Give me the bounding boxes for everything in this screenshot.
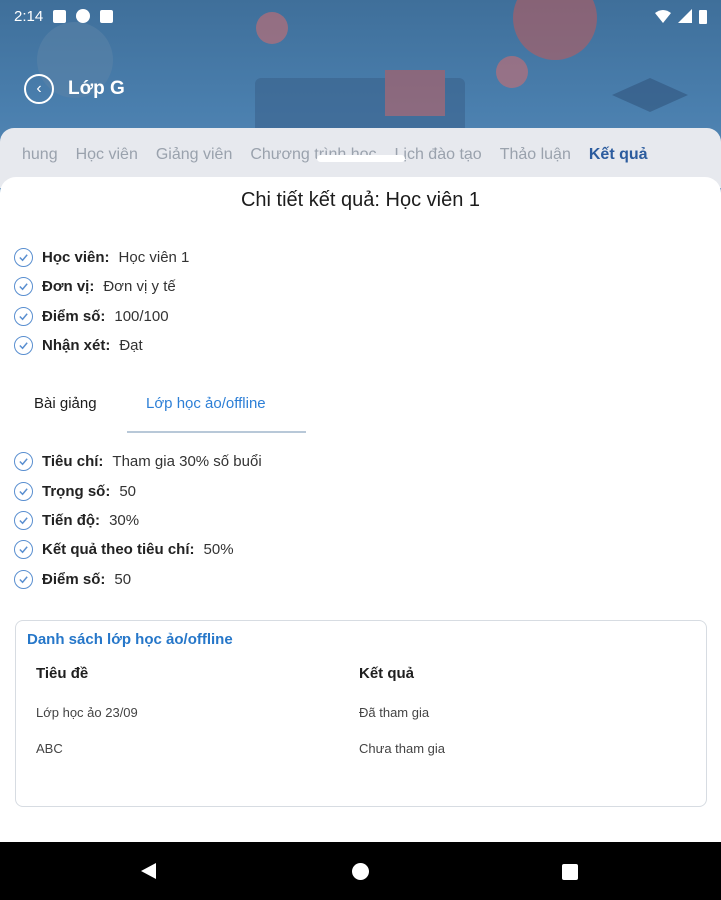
signal-icon: [678, 9, 692, 23]
info-value: Đạt: [119, 337, 143, 354]
check-circle-icon: [14, 570, 33, 589]
info-label: Đơn vị:: [42, 278, 95, 295]
check-circle-icon: [14, 307, 33, 326]
check-circle-icon: [14, 452, 33, 471]
info-label: Điểm số:: [42, 308, 106, 325]
criteria-label: Tiêu chí:: [42, 453, 104, 470]
tab-lecturers[interactable]: Giảng viên: [156, 146, 233, 164]
column-header-title: Tiêu đề: [36, 665, 89, 682]
criteria-value: 50: [114, 571, 132, 588]
back-button[interactable]: ‹: [24, 74, 54, 104]
nav-back-icon[interactable]: [141, 863, 156, 879]
criteria-value: 30%: [109, 512, 140, 529]
system-navigation-bar: [0, 842, 721, 900]
chevron-left-icon: ‹: [36, 80, 42, 97]
class-title: Lớp G: [68, 78, 125, 99]
card-title: Danh sách lớp học ảo/offline: [27, 631, 233, 648]
info-row-score: Điểm số: 100/100: [14, 307, 169, 326]
app-notification-icon: [76, 9, 91, 23]
column-header-result: Kết quả: [359, 665, 415, 682]
sheet-drag-handle[interactable]: [317, 155, 405, 162]
criteria-value: 50: [119, 483, 137, 500]
criteria-value: Tham gia 30% số buổi: [112, 453, 262, 470]
criteria-row-weight: Trọng số: 50: [14, 482, 136, 501]
criteria-label: Kết quả theo tiêu chí:: [42, 541, 195, 558]
table-cell-result: Đã tham gia: [359, 705, 430, 720]
table-cell-title: ABC: [36, 741, 63, 756]
criteria-label: Điểm số:: [42, 571, 106, 588]
info-row-student: Học viên: Học viên 1: [14, 248, 189, 267]
check-circle-icon: [14, 540, 33, 559]
info-row-comment: Nhận xét: Đạt: [14, 336, 143, 355]
result-sub-tabs: Bài giảng Lớp học ảo/offline: [14, 385, 308, 433]
info-value: Học viên 1: [118, 249, 190, 266]
check-circle-icon: [14, 482, 33, 501]
check-circle-icon: [14, 248, 33, 267]
criteria-value: 50%: [203, 541, 234, 558]
criteria-row-score: Điểm số: 50: [14, 570, 131, 589]
criteria-row-progress: Tiến độ: 30%: [14, 511, 139, 530]
tab-general[interactable]: hung: [22, 146, 58, 164]
active-tab-indicator: [127, 431, 306, 433]
check-circle-icon: [14, 277, 33, 296]
check-circle-icon: [14, 511, 33, 530]
status-bar: 2:14: [0, 0, 721, 32]
info-value: 100/100: [114, 308, 169, 325]
criteria-label: Trọng số:: [42, 483, 111, 500]
criteria-row-criterion: Tiêu chí: Tham gia 30% số buổi: [14, 452, 262, 471]
virtual-class-list-card: Danh sách lớp học ảo/offline Tiêu đề Kết…: [15, 620, 707, 807]
tab-schedule[interactable]: Lịch đào tạo: [395, 146, 482, 164]
criteria-label: Tiến độ:: [42, 512, 101, 529]
sd-card-icon: [100, 9, 114, 23]
battery-icon: [699, 9, 707, 24]
nav-recents-icon[interactable]: [562, 864, 578, 880]
notification-icon: [53, 9, 67, 23]
top-app-bar: ‹ Lớp G: [24, 74, 125, 104]
tab-discussion[interactable]: Thảo luận: [500, 146, 571, 164]
info-label: Học viên:: [42, 249, 110, 266]
tab-virtual-offline-class[interactable]: Lớp học ảo/offline: [146, 395, 266, 412]
nav-home-icon[interactable]: [352, 863, 369, 880]
info-row-unit: Đơn vị: Đơn vị y tế: [14, 277, 176, 296]
info-value: Đơn vị y tế: [103, 278, 176, 295]
table-cell-result: Chưa tham gia: [359, 741, 446, 756]
sheet-title: Chi tiết kết quả: Học viên 1: [240, 189, 480, 211]
result-detail-sheet: Chi tiết kết quả: Học viên 1 Học viên: H…: [0, 177, 721, 842]
criteria-row-result: Kết quả theo tiêu chí: 50%: [14, 540, 234, 559]
wifi-icon: [655, 9, 671, 23]
status-time: 2:14: [14, 7, 44, 25]
tab-results[interactable]: Kết quả: [589, 146, 648, 164]
info-label: Nhận xét:: [42, 337, 111, 354]
table-cell-title: Lớp học ảo 23/09: [36, 705, 138, 720]
check-circle-icon: [14, 336, 33, 355]
tab-lectures[interactable]: Bài giảng: [34, 395, 97, 412]
tab-students[interactable]: Học viên: [76, 146, 138, 164]
